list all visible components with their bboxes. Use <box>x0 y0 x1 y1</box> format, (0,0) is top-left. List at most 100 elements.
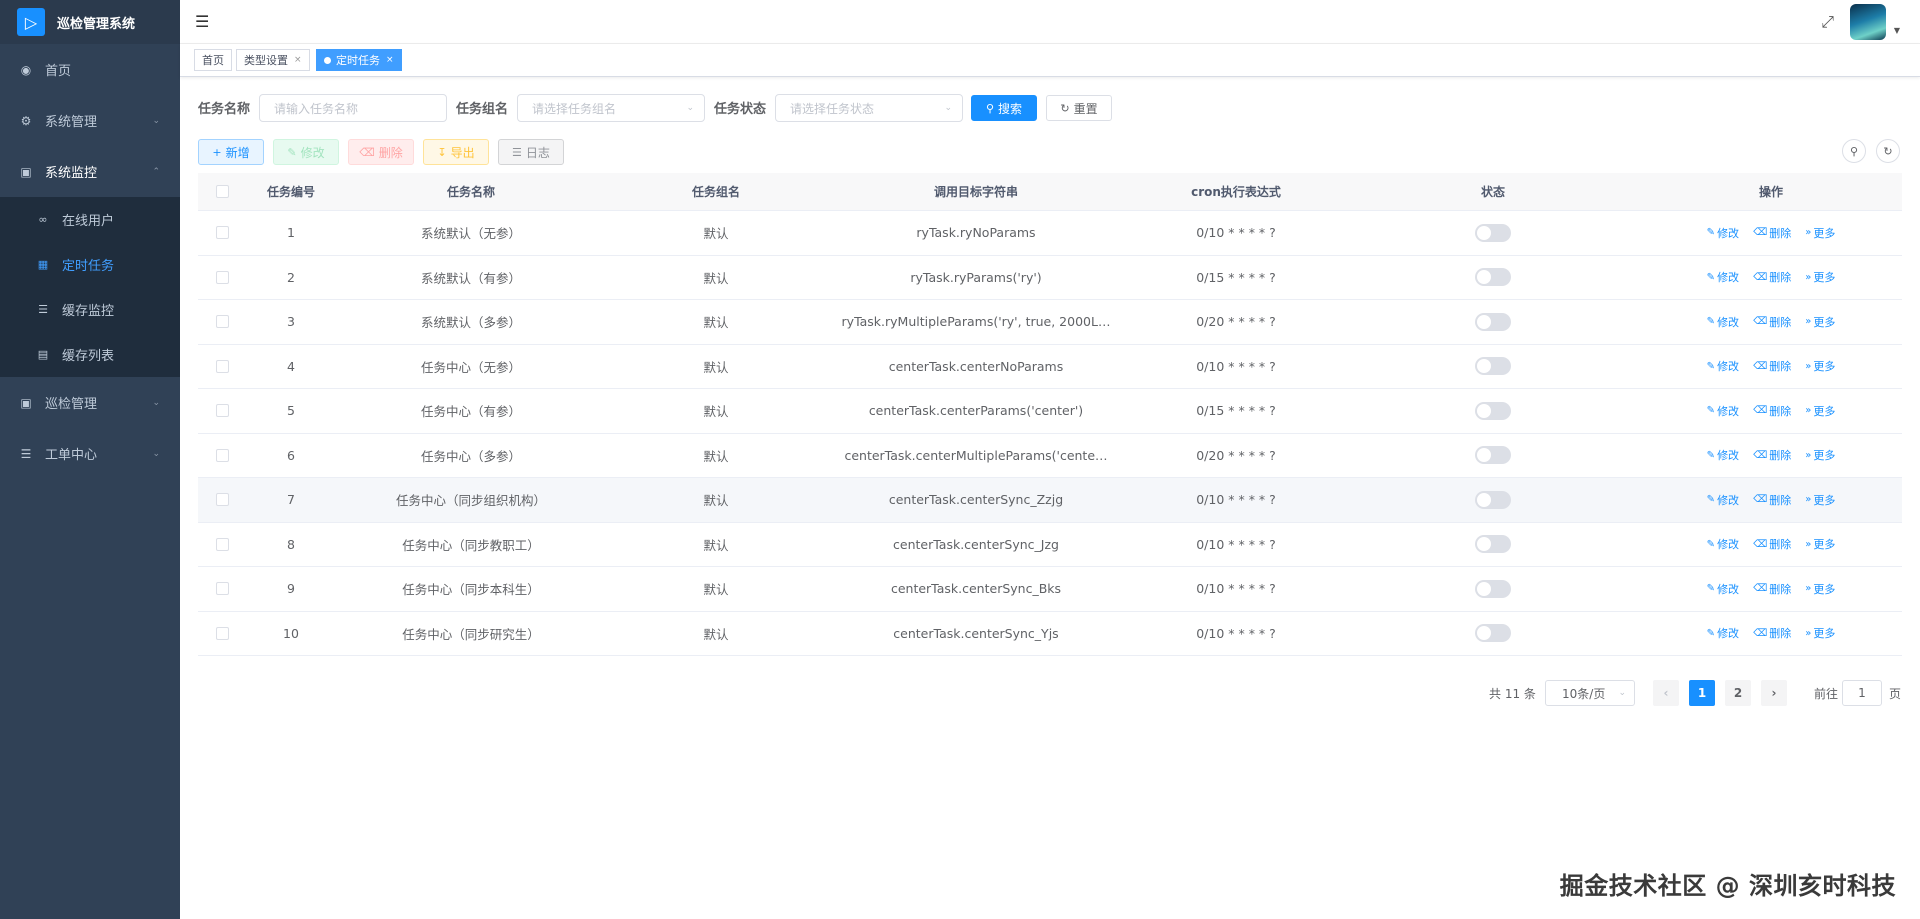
row-more-link[interactable]: » 更多 <box>1805 536 1835 552</box>
row-delete-link[interactable]: ⌫ 删除 <box>1753 403 1791 419</box>
table-row[interactable]: 9 任务中心（同步本科生） 默认 centerTask.centerSync_Bks 0… <box>198 567 1902 612</box>
job-status-select[interactable]: 请选择任务状态 ⌄ <box>775 94 963 122</box>
status-switch[interactable] <box>1475 446 1511 465</box>
page-button-2[interactable]: 2 <box>1725 680 1751 706</box>
status-switch[interactable] <box>1475 490 1511 509</box>
sidebar-item-home[interactable]: ◉ 首页 <box>0 44 180 95</box>
search-button[interactable]: ⚲ 搜索 <box>971 95 1037 121</box>
refresh-button[interactable]: ↻ <box>1876 139 1900 163</box>
row-checkbox[interactable] <box>198 448 246 462</box>
edit-button[interactable]: ✎ 修改 <box>273 139 339 165</box>
row-delete-link[interactable]: ⌫ 删除 <box>1753 536 1791 552</box>
tag-scheduled-jobs[interactable]: 定时任务 × <box>316 49 402 71</box>
row-more-link[interactable]: » 更多 <box>1805 581 1835 597</box>
row-checkbox[interactable] <box>198 493 246 507</box>
row-more-link[interactable]: » 更多 <box>1805 447 1835 463</box>
row-delete-link[interactable]: ⌫ 删除 <box>1753 314 1791 330</box>
prev-page-button[interactable]: ‹ <box>1653 680 1679 706</box>
row-edit-link[interactable]: ✎ 修改 <box>1707 447 1739 463</box>
job-name-input[interactable]: 请输入任务名称 <box>259 94 447 122</box>
status-switch[interactable] <box>1475 401 1511 420</box>
job-group-select[interactable]: 请选择任务组名 ⌄ <box>517 94 705 122</box>
row-edit-link[interactable]: ✎ 修改 <box>1707 225 1739 241</box>
row-edit-link[interactable]: ✎ 修改 <box>1707 625 1739 641</box>
status-switch[interactable] <box>1475 535 1511 554</box>
hamburger-icon[interactable]: ☰ <box>195 12 209 31</box>
sidebar-item-online-users[interactable]: ∞ 在线用户 <box>0 197 180 242</box>
row-edit-link[interactable]: ✎ 修改 <box>1707 403 1739 419</box>
row-edit-link[interactable]: ✎ 修改 <box>1707 358 1739 374</box>
avatar[interactable] <box>1850 4 1886 40</box>
status-switch[interactable] <box>1475 223 1511 242</box>
row-edit-link[interactable]: ✎ 修改 <box>1707 581 1739 597</box>
export-button[interactable]: ↧ 导出 <box>423 139 489 165</box>
table-row[interactable]: 4 任务中心（无参） 默认 centerTask.centerNoParams 0/10… <box>198 345 1902 389</box>
row-checkbox[interactable] <box>198 537 246 551</box>
row-delete-link[interactable]: ⌫ 删除 <box>1753 492 1791 508</box>
page-size-select[interactable]: 10条/页 ⌄ <box>1545 680 1635 706</box>
row-delete-link[interactable]: ⌫ 删除 <box>1753 225 1791 241</box>
sidebar: ▷ 巡检管理系统 ◉ 首页 ⚙ 系统管理 ⌄ ▣ 系统监控 ⌃ ∞ 在线用户 ▦… <box>0 0 180 919</box>
row-more-link[interactable]: » 更多 <box>1805 625 1835 641</box>
row-checkbox[interactable] <box>198 404 246 418</box>
status-switch[interactable] <box>1475 624 1511 643</box>
status-switch[interactable] <box>1475 579 1511 598</box>
table-row[interactable]: 10 任务中心（同步研究生） 默认 centerTask.centerSync_Yjs… <box>198 612 1902 656</box>
sidebar-item-cache-list[interactable]: ▤ 缓存列表 <box>0 332 180 377</box>
status-switch[interactable] <box>1475 268 1511 287</box>
add-button[interactable]: + 新增 <box>198 139 264 165</box>
table-row[interactable]: 1 系统默认（无参） 默认 ryTask.ryNoParams 0/10 * * * *… <box>198 211 1902 256</box>
table-row[interactable]: 6 任务中心（多参） 默认 centerTask.centerMultiplePara… <box>198 434 1902 478</box>
close-icon[interactable]: × <box>386 55 394 65</box>
row-edit-link[interactable]: ✎ 修改 <box>1707 314 1739 330</box>
logo[interactable]: ▷ 巡检管理系统 <box>0 0 180 44</box>
sidebar-item-scheduled-jobs[interactable]: ▦ 定时任务 <box>0 242 180 287</box>
select-all-checkbox[interactable] <box>198 185 246 198</box>
row-delete-link[interactable]: ⌫ 删除 <box>1753 625 1791 641</box>
row-edit-link[interactable]: ✎ 修改 <box>1707 536 1739 552</box>
row-more-link[interactable]: » 更多 <box>1805 225 1835 241</box>
sidebar-item-system[interactable]: ⚙ 系统管理 ⌄ <box>0 95 180 146</box>
row-more-link[interactable]: » 更多 <box>1805 269 1835 285</box>
sidebar-item-inspection[interactable]: ▣ 巡检管理 ⌄ <box>0 377 180 428</box>
row-checkbox[interactable] <box>198 270 246 284</box>
goto-page-input[interactable]: 1 <box>1842 680 1882 706</box>
row-delete-link[interactable]: ⌫ 删除 <box>1753 358 1791 374</box>
page-button-1[interactable]: 1 <box>1689 680 1715 706</box>
toggle-search-button[interactable]: ⚲ <box>1842 139 1866 163</box>
status-switch[interactable] <box>1475 357 1511 376</box>
row-delete-link[interactable]: ⌫ 删除 <box>1753 269 1791 285</box>
status-switch[interactable] <box>1475 312 1511 331</box>
row-more-link[interactable]: » 更多 <box>1805 492 1835 508</box>
table-row[interactable]: 3 系统默认（多参） 默认 ryTask.ryMultipleParams('ry',… <box>198 300 1902 345</box>
close-icon[interactable]: × <box>294 55 302 65</box>
reset-button[interactable]: ↻ 重置 <box>1046 95 1112 121</box>
row-more-link[interactable]: » 更多 <box>1805 403 1835 419</box>
search-button-label: 搜索 <box>998 101 1023 116</box>
caret-down-icon[interactable]: ▼ <box>1894 26 1900 35</box>
tag-home[interactable]: 首页 <box>194 49 232 71</box>
row-checkbox[interactable] <box>198 226 246 240</box>
table-row[interactable]: 5 任务中心（有参） 默认 centerTask.centerParams('cent… <box>198 389 1902 434</box>
sidebar-item-workorder[interactable]: ☰ 工单中心 ⌄ <box>0 428 180 479</box>
table-row[interactable]: 8 任务中心（同步教职工） 默认 centerTask.centerSync_Jzg 0… <box>198 523 1902 567</box>
row-checkbox[interactable] <box>198 626 246 640</box>
fullscreen-icon[interactable]: ⤢ <box>1821 12 1834 32</box>
next-page-button[interactable]: › <box>1761 680 1787 706</box>
row-checkbox[interactable] <box>198 359 246 373</box>
table-row[interactable]: 7 任务中心（同步组织机构） 默认 centerTask.centerSync_Zzj… <box>198 478 1902 523</box>
tag-type-settings[interactable]: 类型设置 × <box>236 49 310 71</box>
table-row[interactable]: 2 系统默认（有参） 默认 ryTask.ryParams('ry') 0/15 * *… <box>198 256 1902 300</box>
row-more-link[interactable]: » 更多 <box>1805 314 1835 330</box>
row-more-link[interactable]: » 更多 <box>1805 358 1835 374</box>
row-delete-link[interactable]: ⌫ 删除 <box>1753 447 1791 463</box>
log-button[interactable]: ☰ 日志 <box>498 139 564 165</box>
row-delete-link[interactable]: ⌫ 删除 <box>1753 581 1791 597</box>
row-edit-link[interactable]: ✎ 修改 <box>1707 492 1739 508</box>
sidebar-item-monitor[interactable]: ▣ 系统监控 ⌃ <box>0 146 180 197</box>
sidebar-item-cache-monitor[interactable]: ☰ 缓存监控 <box>0 287 180 332</box>
row-checkbox[interactable] <box>198 582 246 596</box>
row-checkbox[interactable] <box>198 315 246 329</box>
delete-button[interactable]: ⌫ 删除 <box>348 139 414 165</box>
row-edit-link[interactable]: ✎ 修改 <box>1707 269 1739 285</box>
